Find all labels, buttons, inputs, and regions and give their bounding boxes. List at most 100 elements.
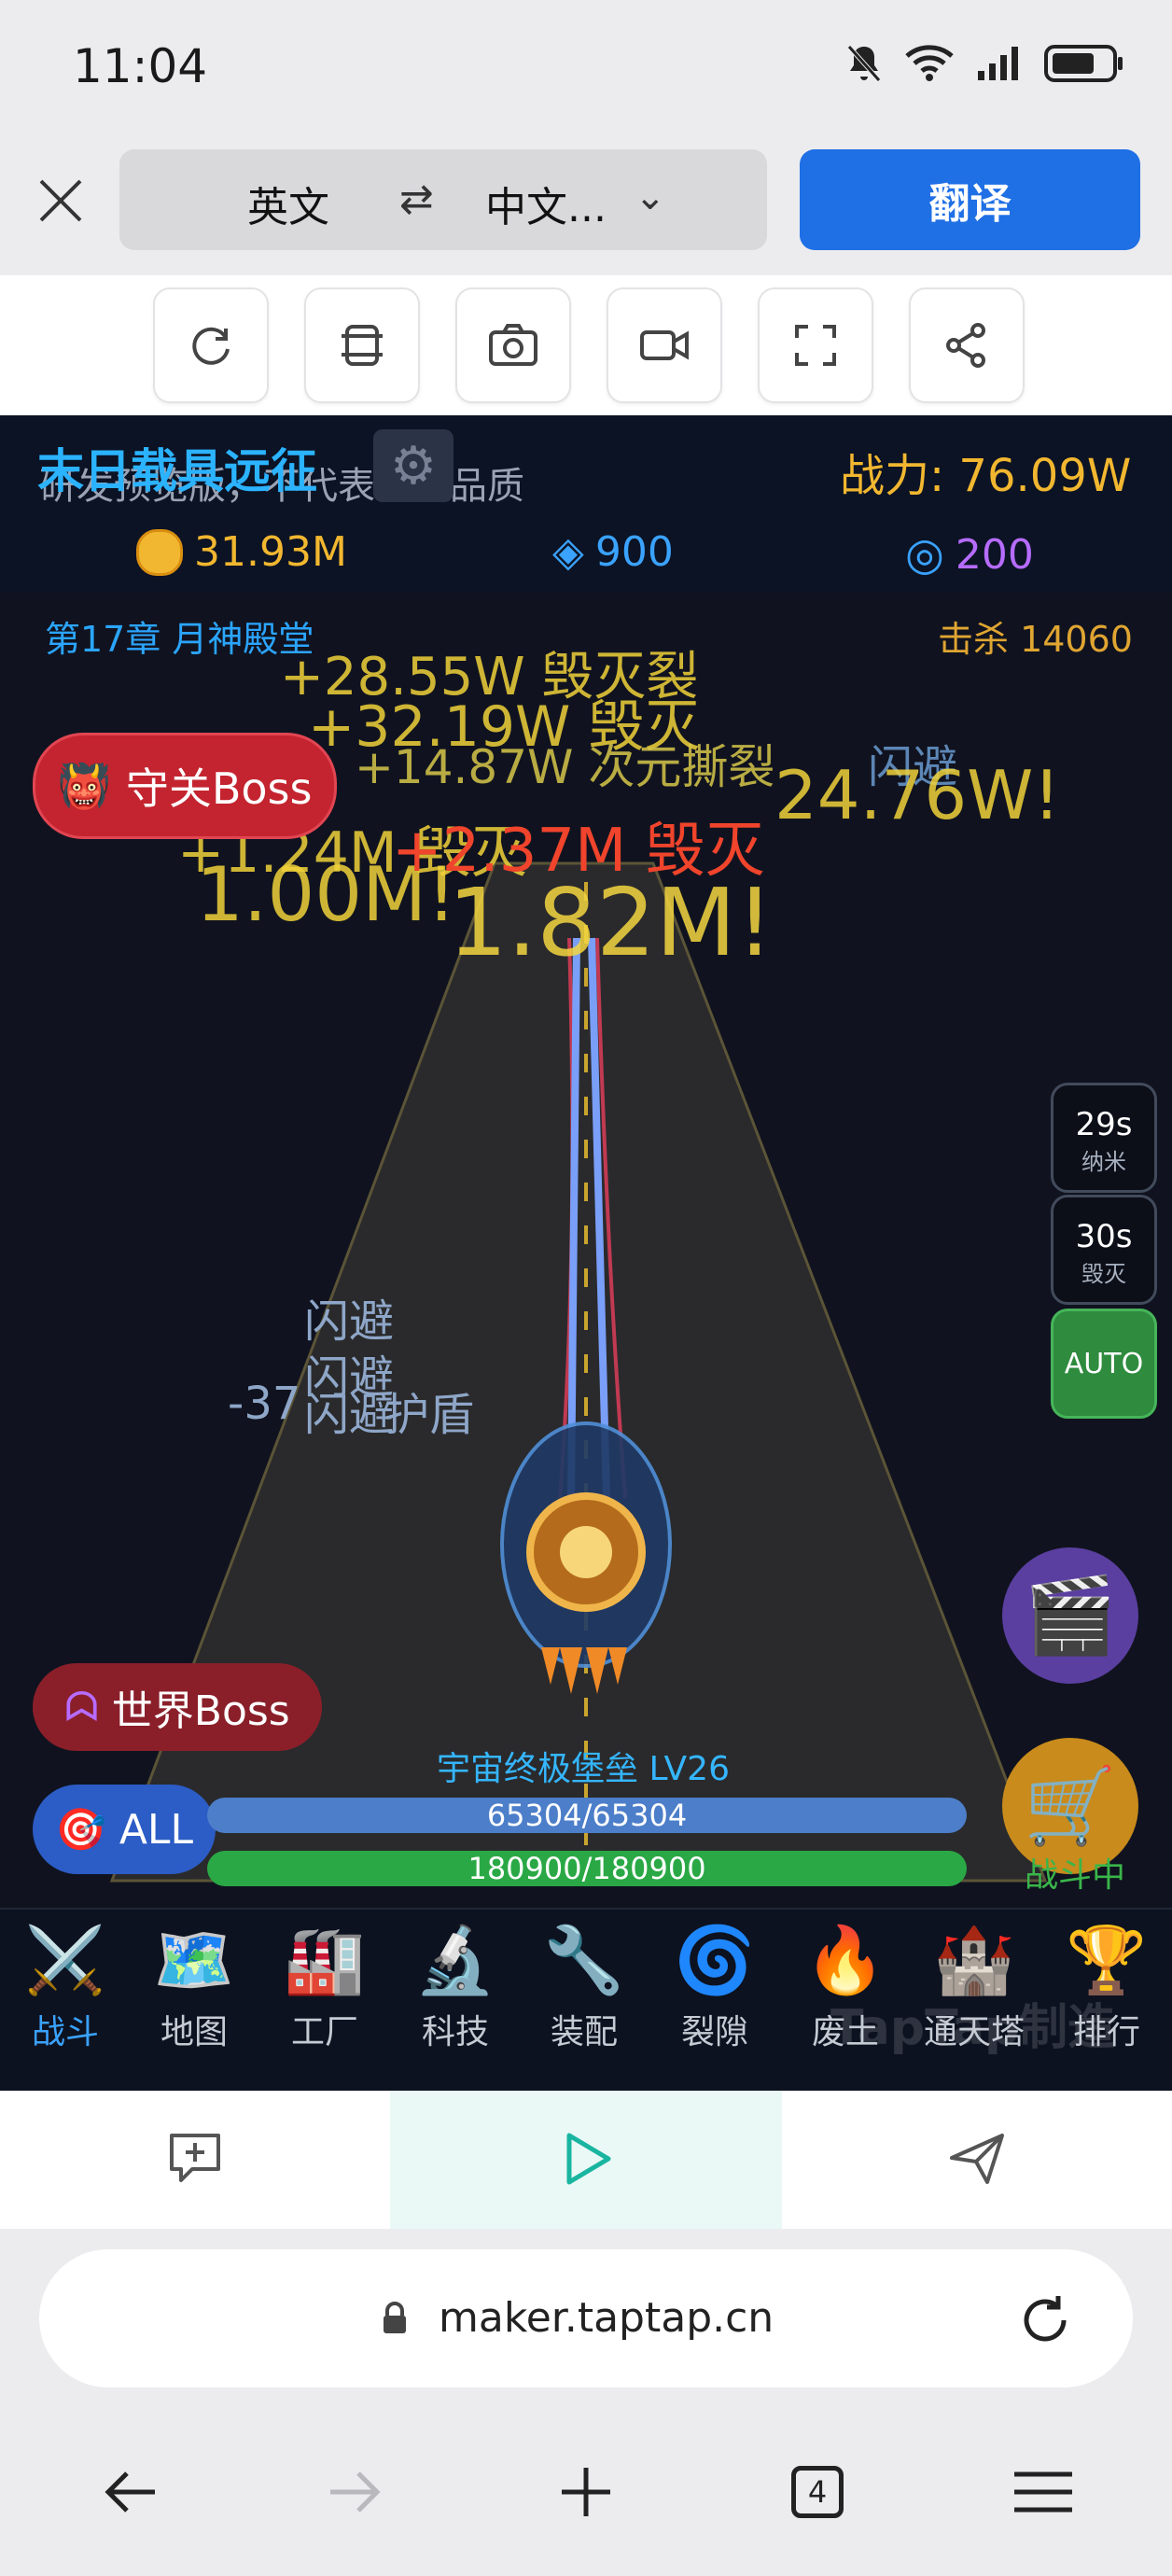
trophy-icon: 🏆 [1066, 1922, 1148, 1998]
shield-bar: 65304/65304 [207, 1798, 967, 1833]
layers-tool-button[interactable] [304, 287, 420, 403]
mute-icon [847, 45, 881, 82]
skill-name: 纳米 [1081, 1149, 1126, 1175]
share-icon [946, 323, 985, 368]
nav-label: 废土 [811, 2013, 879, 2051]
send-button[interactable] [946, 2128, 1008, 2193]
reload-button[interactable] [1015, 2290, 1075, 2354]
settings-gear-icon[interactable]: ⚙ [373, 429, 453, 502]
skill-name: 毁灭 [1081, 1261, 1126, 1287]
microscope-icon: 🔬 [414, 1922, 496, 1998]
rift-resource: ◎ 200 [905, 528, 1034, 581]
nav-ranking[interactable]: 🏆 排行 [1051, 1915, 1163, 2053]
gem-amount: 900 [594, 528, 674, 576]
translate-button[interactable]: 翻译 [800, 149, 1140, 250]
critical-damage-text: +2.37M 毁灭 [392, 817, 765, 886]
auto-button[interactable]: AUTO [1051, 1309, 1157, 1419]
fullscreen-icon [795, 325, 836, 366]
rift-icon: ◎ [905, 528, 944, 581]
dodge-text: 闪避 [304, 1389, 395, 1441]
refresh-tool-button[interactable] [153, 287, 269, 403]
skill-destroy-button[interactable]: 30s 毁灭 [1051, 1195, 1157, 1305]
nav-assembly[interactable]: 🔧 装配 [528, 1915, 640, 2053]
game-title: 末日载具远征 [37, 444, 317, 498]
comment-button[interactable] [164, 2128, 226, 2193]
gold-amount: 31.93M [194, 528, 347, 576]
nav-battle[interactable]: ⚔️ 战斗 [9, 1915, 121, 2053]
swap-icon[interactable]: ⇄ [399, 175, 434, 223]
menu-button[interactable] [1006, 2455, 1081, 2529]
status-icons [845, 43, 1125, 84]
fire-icon: 🔥 [804, 1922, 886, 1998]
damage-text: 24.76W! [774, 756, 1061, 834]
guard-boss-button[interactable]: 👹 守关Boss [33, 733, 337, 839]
replay-button[interactable]: 🎬 [1002, 1547, 1138, 1684]
new-tab-button[interactable] [549, 2455, 623, 2529]
share-tool-button[interactable] [909, 287, 1025, 403]
factory-icon: 🏭 [284, 1922, 366, 1998]
hp-bar: 180900/180900 [207, 1851, 967, 1886]
nav-label: 排行 [1072, 2013, 1140, 2051]
nav-factory[interactable]: 🏭 工厂 [269, 1915, 381, 2053]
guard-boss-label: 守关Boss [125, 763, 313, 814]
combat-power: 战力: 76.09W [840, 450, 1132, 502]
close-button[interactable] [28, 168, 93, 233]
castle-icon: 🏰 [933, 1922, 1015, 1998]
nav-tower[interactable]: 🏰 通天塔 [918, 1915, 1030, 2053]
source-language[interactable]: 英文 [247, 174, 329, 233]
skill-cooldown: 29s [1075, 1106, 1133, 1143]
screenshot-tool-button[interactable] [455, 287, 571, 403]
nav-tech[interactable]: 🔬 科技 [399, 1915, 511, 2053]
nav-label: 地图 [160, 2013, 228, 2051]
refresh-icon [192, 327, 230, 365]
battle-status: 战斗中 [1025, 1856, 1126, 1895]
world-boss-button[interactable]: ᗣ 世界Boss [33, 1663, 322, 1751]
target-icon: 🎯 [55, 1806, 106, 1854]
lock-icon [381, 2302, 409, 2339]
demon-icon: 👹 [57, 760, 111, 811]
skill-nano-button[interactable]: 29s 纳米 [1051, 1083, 1157, 1193]
plus-icon [562, 2468, 610, 2516]
reload-icon [1024, 2296, 1067, 2342]
chevron-down-icon[interactable]: ⌄ [635, 175, 666, 218]
play-button[interactable] [556, 2128, 618, 2193]
nav-label: 装配 [550, 2013, 618, 2051]
nav-wasteland[interactable]: 🔥 废土 [789, 1915, 901, 2053]
fullscreen-tool-button[interactable] [758, 287, 873, 403]
wifi-icon [905, 45, 954, 81]
layers-icon [342, 325, 383, 366]
gem-icon: ◈ [552, 528, 584, 576]
kill-count: 击杀 14060 [938, 619, 1133, 660]
shield-text: 护盾 [384, 1389, 475, 1441]
chapter-label: 第17章 月神殿堂 [45, 619, 314, 660]
status-time: 11:04 [73, 39, 208, 93]
shield-damage-text: -37 [228, 1378, 301, 1430]
nav-rift[interactable]: 🌀 裂隙 [659, 1915, 771, 2053]
record-tool-button[interactable] [607, 287, 722, 403]
arrow-right-icon [330, 2471, 381, 2513]
coin-icon [136, 528, 183, 576]
skill-cooldown: 30s [1075, 1218, 1133, 1255]
nav-map[interactable]: 🗺️ 地图 [138, 1915, 250, 2053]
language-selector[interactable] [119, 149, 767, 250]
nav-label: 战斗 [31, 2013, 99, 2051]
camera-icon [489, 324, 537, 366]
rift-icon: 🌀 [674, 1922, 756, 1998]
target-all-button[interactable]: 🎯 ALL [33, 1785, 216, 1874]
back-button[interactable] [93, 2455, 168, 2529]
play-icon [566, 2133, 611, 2185]
rift-amount: 200 [955, 530, 1034, 579]
tabs-button[interactable]: 4 [780, 2455, 855, 2529]
forward-button[interactable] [317, 2455, 392, 2529]
url-text[interactable]: maker.taptap.cn [439, 2294, 774, 2342]
battery-icon [1044, 45, 1123, 82]
close-icon [39, 179, 82, 222]
target-language[interactable]: 中文... [485, 174, 607, 233]
send-icon [950, 2134, 1004, 2184]
map-icon: 🗺️ [153, 1922, 235, 1998]
tab-count: 4 [807, 2474, 828, 2510]
target-all-label: ALL [119, 1805, 193, 1854]
arrow-left-icon [105, 2471, 155, 2513]
wrench-icon: 🔧 [543, 1922, 625, 1998]
nav-label: 通天塔 [923, 2013, 1025, 2051]
